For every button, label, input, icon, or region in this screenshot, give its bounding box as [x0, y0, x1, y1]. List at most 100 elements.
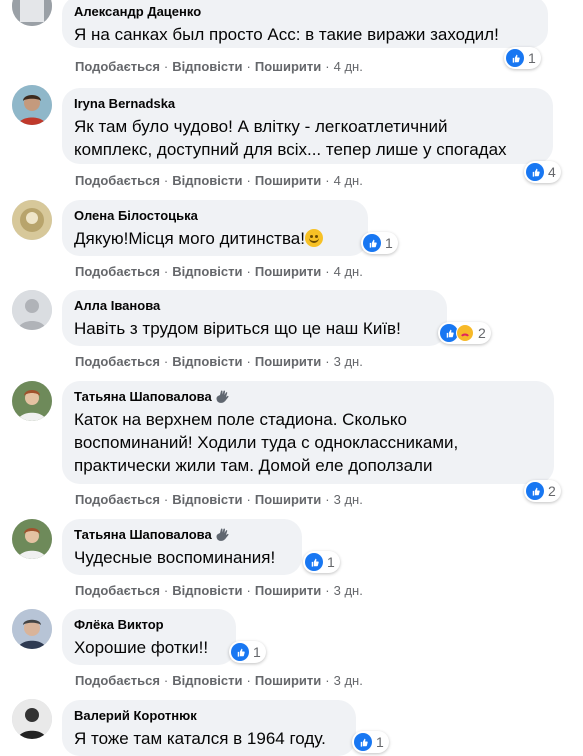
separator: ·: [325, 59, 330, 74]
like-reaction-icon: [506, 49, 524, 67]
separator: ·: [163, 492, 169, 507]
share-button[interactable]: Поширити: [255, 673, 321, 688]
like-button[interactable]: Подобається: [75, 354, 160, 369]
comment-bubble: Александр Даценко Я на санках был просто…: [62, 0, 548, 48]
timestamp[interactable]: 4 дн.: [334, 173, 363, 188]
share-button[interactable]: Поширити: [255, 492, 321, 507]
like-button[interactable]: Подобається: [75, 264, 160, 279]
like-reaction-icon: [363, 234, 381, 252]
avatar[interactable]: [12, 519, 52, 559]
separator: ·: [325, 354, 330, 369]
timestamp[interactable]: 3 дн.: [334, 354, 363, 369]
like-button[interactable]: Подобається: [75, 492, 160, 507]
separator: ·: [246, 59, 251, 74]
reply-button[interactable]: Відповісти: [172, 673, 242, 688]
timestamp[interactable]: 3 дн.: [334, 583, 363, 598]
comment-text-line: практически жили там. Домой еле доползал…: [74, 456, 433, 475]
comment-actions: Подобається · Відповісти · Поширити · 3 дн.: [75, 354, 363, 370]
comment-text: Як там було чудово! А влітку - легкоатле…: [74, 115, 541, 161]
like-reaction-icon: [305, 553, 323, 571]
avatar[interactable]: [12, 290, 52, 330]
comment-author[interactable]: Iryna Bernadska: [74, 96, 541, 112]
avatar[interactable]: [12, 381, 52, 421]
comment-bubble: Олена Білостоцька Дякую!Місця мого дитин…: [62, 200, 368, 256]
comment-actions: Подобається · Відповісти · Поширити · 3 дн.: [75, 583, 363, 599]
comment-text: Каток на верхнем поле стадиона. Сколько …: [74, 408, 542, 477]
comment-author-name[interactable]: Татьяна Шаповалова: [74, 527, 212, 543]
share-button[interactable]: Поширити: [255, 354, 321, 369]
comment-author-name[interactable]: Татьяна Шаповалова: [74, 389, 212, 405]
like-button[interactable]: Подобається: [75, 673, 160, 688]
reaction-count-text: 1: [376, 734, 384, 750]
reaction-count[interactable]: 2: [438, 322, 491, 344]
share-button[interactable]: Поширити: [255, 583, 321, 598]
separator: ·: [325, 264, 330, 279]
avatar[interactable]: [12, 609, 52, 649]
share-button[interactable]: Поширити: [255, 264, 321, 279]
reaction-count-text: 1: [385, 235, 393, 251]
reply-button[interactable]: Відповісти: [172, 59, 242, 74]
timestamp[interactable]: 4 дн.: [334, 59, 363, 74]
comment-bubble: Флёка Виктор Хорошие фотки!!: [62, 609, 236, 665]
comment-author[interactable]: Александр Даценко: [74, 4, 536, 20]
comment-text-line: Каток на верхнем поле стадиона. Сколько: [74, 410, 408, 429]
reaction-count[interactable]: 2: [524, 480, 561, 502]
separator: ·: [163, 354, 169, 369]
reaction-count[interactable]: 1: [229, 641, 266, 663]
reaction-count-text: 4: [548, 164, 556, 180]
comment-bubble: Алла Іванова Навіть з трудом віриться що…: [62, 290, 447, 346]
reaction-count[interactable]: 1: [361, 232, 398, 254]
comment-author[interactable]: Татьяна Шаповалова: [74, 527, 290, 543]
avatar[interactable]: [12, 699, 52, 739]
comment-author[interactable]: Алла Іванова: [74, 298, 435, 314]
like-reaction-icon: [354, 733, 372, 751]
comment-bubble: Татьяна Шаповалова Чудесные воспоминания…: [62, 519, 302, 575]
separator: ·: [325, 583, 330, 598]
comment-text: Навіть з трудом віриться що це наш Київ!: [74, 319, 401, 338]
reply-button[interactable]: Відповісти: [172, 354, 242, 369]
like-button[interactable]: Подобається: [75, 173, 160, 188]
comment-author[interactable]: Валерий Коротнюк: [74, 708, 344, 724]
comment-bubble: Iryna Bernadska Як там було чудово! А вл…: [62, 88, 553, 164]
reply-button[interactable]: Відповісти: [172, 492, 242, 507]
comment-text-line: воспоминаний! Ходили туда с одноклассник…: [74, 433, 459, 452]
avatar[interactable]: [12, 85, 52, 125]
separator: ·: [246, 673, 251, 688]
reply-button[interactable]: Відповісти: [172, 583, 242, 598]
like-button[interactable]: Подобається: [75, 59, 160, 74]
reaction-count[interactable]: 4: [524, 161, 561, 183]
separator: ·: [325, 492, 330, 507]
reaction-count-text: 2: [548, 483, 556, 499]
reaction-count-text: 1: [327, 554, 335, 570]
timestamp[interactable]: 3 дн.: [334, 673, 363, 688]
timestamp[interactable]: 3 дн.: [334, 492, 363, 507]
timestamp[interactable]: 4 дн.: [334, 264, 363, 279]
reaction-count[interactable]: 1: [303, 551, 340, 573]
reaction-count[interactable]: 1: [504, 47, 541, 69]
comment-author[interactable]: Татьяна Шаповалова: [74, 389, 542, 405]
separator: ·: [246, 173, 251, 188]
comment-text-content: Дякую!Місця мого дитинства!: [74, 229, 305, 248]
reply-button[interactable]: Відповісти: [172, 264, 242, 279]
reaction-count-text: 1: [528, 50, 536, 66]
separator: ·: [246, 354, 251, 369]
reply-button[interactable]: Відповісти: [172, 173, 242, 188]
share-button[interactable]: Поширити: [255, 173, 321, 188]
comment-text: Дякую!Місця мого дитинства!: [74, 227, 356, 250]
avatar[interactable]: [12, 200, 52, 240]
comment-actions: Подобається · Відповісти · Поширити · 4 дн.: [75, 173, 363, 189]
separator: ·: [325, 173, 330, 188]
comment-actions: Подобається · Відповісти · Поширити · 4 дн.: [75, 59, 363, 75]
comment-author[interactable]: Флёка Виктор: [74, 617, 224, 633]
comment-text: Чудесные воспоминания!: [74, 548, 276, 567]
separator: ·: [163, 583, 169, 598]
separator: ·: [163, 264, 169, 279]
like-button[interactable]: Подобається: [75, 583, 160, 598]
comment-actions: Подобається · Відповісти · Поширити · 3 дн.: [75, 492, 363, 508]
comment-actions: Подобається · Відповісти · Поширити · 3 дн.: [75, 673, 363, 689]
share-button[interactable]: Поширити: [255, 59, 321, 74]
avatar[interactable]: [12, 0, 52, 26]
comment-author[interactable]: Олена Білостоцька: [74, 208, 356, 224]
waving-hand-icon: [216, 390, 229, 403]
comment-text: Я тоже там катался в 1964 году.: [74, 729, 326, 748]
